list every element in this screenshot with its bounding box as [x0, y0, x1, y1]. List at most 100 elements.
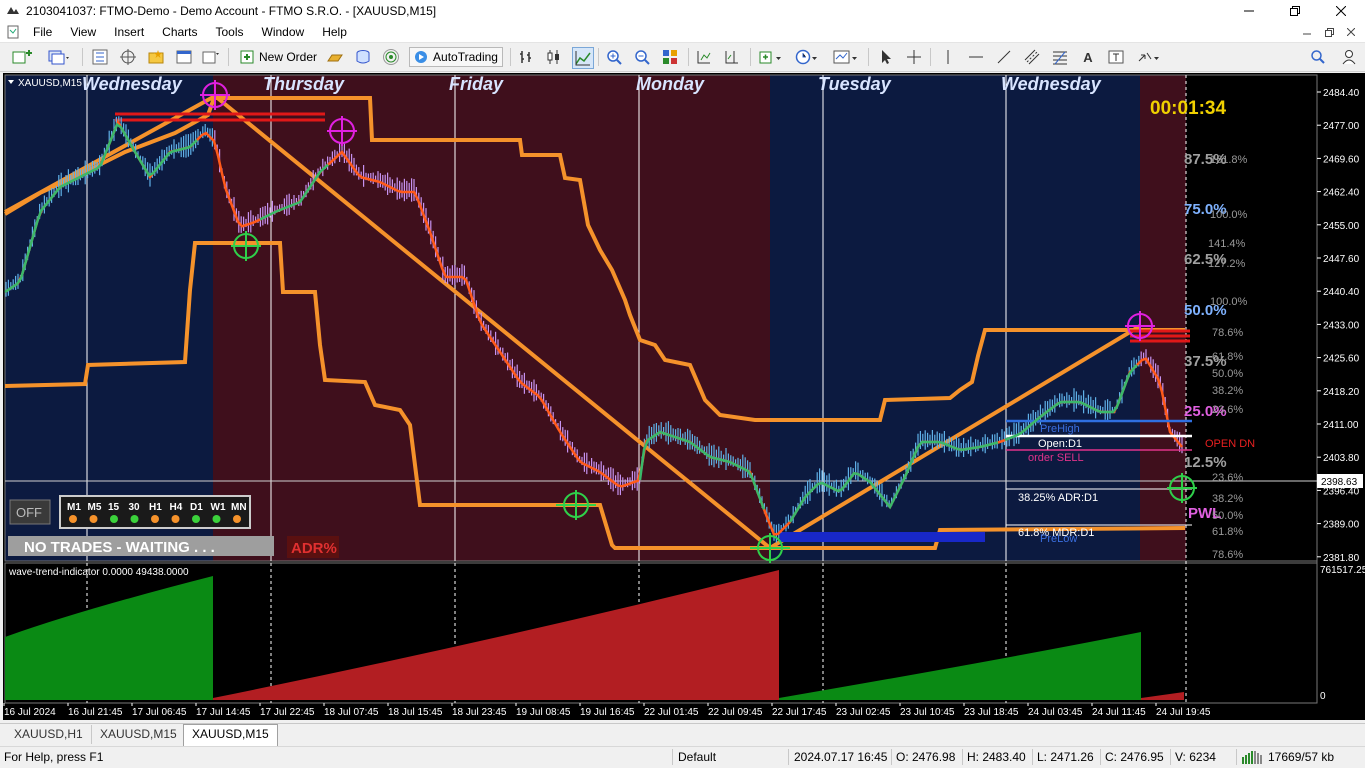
- menu-window[interactable]: Window: [253, 22, 314, 42]
- time-tick-label: 22 Jul 01:45: [644, 707, 699, 718]
- crosshair-button[interactable]: [904, 47, 924, 67]
- trendline-button[interactable]: [994, 47, 1014, 67]
- chart-canvas[interactable]: Wednesday Thursday Friday Monday Tuesday…: [3, 73, 1365, 720]
- minimize-button[interactable]: [1226, 0, 1272, 22]
- toolbar-separator: [82, 48, 83, 66]
- menu-file[interactable]: File: [24, 22, 61, 42]
- strategy-tester-button[interactable]: [200, 47, 222, 67]
- time-tick-label: 17 Jul 22:45: [260, 707, 315, 718]
- day-label: Tuesday: [818, 74, 892, 94]
- gold-bar-icon: [327, 54, 343, 62]
- new-chart-button[interactable]: [8, 47, 38, 67]
- new-order-icon: [240, 50, 254, 64]
- bar-close: C: 2476.95: [1105, 750, 1164, 764]
- fib-level: 50.0%: [1212, 368, 1243, 380]
- close-button[interactable]: [1318, 0, 1364, 22]
- arrows-button[interactable]: [1134, 47, 1164, 67]
- horizontal-line-button[interactable]: [966, 47, 986, 67]
- tab-xauusd-h1[interactable]: XAUUSD,H1: [6, 725, 92, 744]
- status-separator: [1100, 749, 1101, 765]
- restore-button[interactable]: [1272, 0, 1318, 22]
- autoscroll-button[interactable]: [694, 47, 714, 67]
- mt4-logo-icon: [7, 7, 19, 14]
- profile-name: Default: [678, 750, 717, 764]
- bar-chart-button[interactable]: [516, 47, 536, 67]
- text-label-button[interactable]: [1106, 47, 1126, 67]
- tester-icon: [202, 51, 219, 64]
- timeframe-label: M5: [88, 502, 102, 513]
- new-order-button[interactable]: New Order: [236, 47, 320, 67]
- periods-button[interactable]: [792, 47, 822, 67]
- timeframe-label: MN: [231, 502, 247, 513]
- templates-button[interactable]: [830, 47, 862, 67]
- navigator-button[interactable]: [146, 47, 166, 67]
- menu-view[interactable]: View: [61, 22, 105, 42]
- trendline-icon: [997, 50, 1011, 64]
- fib-level: 100.0%: [1210, 209, 1248, 221]
- price-tick-label: 2381.80: [1323, 553, 1360, 564]
- fibonacci-button[interactable]: [1050, 47, 1070, 67]
- crosshair-window-icon: [120, 49, 136, 65]
- support-zone: [780, 532, 985, 542]
- tab-xauusd-m15[interactable]: XAUUSD,M15: [92, 725, 186, 744]
- channel-button[interactable]: [1022, 47, 1042, 67]
- mdi-close-button[interactable]: [1340, 22, 1362, 42]
- signals-button[interactable]: [352, 47, 374, 67]
- mdi-minimize-button[interactable]: [1296, 22, 1318, 42]
- autotrading-button[interactable]: AutoTrading: [408, 47, 504, 67]
- cursor-icon: [882, 50, 891, 64]
- price-axis: 2484.40 2477.00 2469.60 2462.40 2455.00 2447.…: [1317, 88, 1360, 564]
- price-tick-label: 2425.60: [1323, 354, 1360, 365]
- market-watch-button[interactable]: [90, 47, 110, 67]
- terminal-button[interactable]: [174, 47, 194, 67]
- title-bar: 2103041037: FTMO-Demo - Demo Account - F…: [0, 0, 1365, 22]
- time-tick-label: 22 Jul 09:45: [708, 707, 763, 718]
- menu-insert[interactable]: Insert: [105, 22, 153, 42]
- timeframe-indicators: M1 M5 15 30 H1 H4 D1 W1 MN: [67, 502, 247, 523]
- wave-trend-green-area: [779, 632, 1141, 700]
- search-button[interactable]: [1308, 47, 1328, 67]
- help-text: For Help, press F1: [4, 750, 104, 764]
- time-tick-label: 16 Jul 2024: [4, 707, 56, 718]
- bar-open: O: 2476.98: [896, 750, 956, 764]
- timeframe-label: D1: [190, 502, 203, 513]
- menu-tools[interactable]: Tools: [207, 22, 253, 42]
- chart-window[interactable]: Wednesday Thursday Friday Monday Tuesday…: [3, 73, 1365, 720]
- price-tick-label: 2447.60: [1323, 254, 1360, 265]
- vertical-line-button[interactable]: [938, 47, 958, 67]
- status-separator: [891, 749, 892, 765]
- autotrading-icon: [415, 51, 428, 63]
- zoom-in-button[interactable]: [604, 47, 624, 67]
- candlestick-button[interactable]: [544, 47, 564, 67]
- symbol-label: XAUUSD,M15: [18, 78, 82, 89]
- time-tick-label: 23 Jul 02:45: [836, 707, 891, 718]
- vps-button[interactable]: [380, 47, 402, 67]
- tile-windows-icon: [663, 50, 677, 64]
- zoom-out-button[interactable]: [632, 47, 652, 67]
- menu-help[interactable]: Help: [313, 22, 356, 42]
- mdi-restore-button[interactable]: [1318, 22, 1340, 42]
- data-window-button[interactable]: [118, 47, 138, 67]
- toolbar-separator: [868, 48, 869, 66]
- tile-windows-button[interactable]: [660, 47, 680, 67]
- text-button[interactable]: A: [1078, 47, 1098, 67]
- indicators-button[interactable]: [756, 47, 786, 67]
- profiles-button[interactable]: [44, 47, 74, 67]
- time-tick-label: 18 Jul 15:45: [388, 707, 443, 718]
- cursor-button[interactable]: [876, 47, 896, 67]
- account-button[interactable]: [1338, 47, 1360, 67]
- autotrading-label: AutoTrading: [433, 50, 498, 64]
- line-chart-button[interactable]: [572, 47, 594, 69]
- timeframe-status-dot: [233, 515, 241, 523]
- text-icon: A: [1083, 49, 1093, 65]
- tab-xauusd-m15-active[interactable]: XAUUSD,M15: [183, 724, 278, 746]
- status-bar: For Help, press F1 Default 2024.07.17 16…: [0, 746, 1365, 768]
- window-title: 2103041037: FTMO-Demo - Demo Account - F…: [26, 4, 437, 18]
- chart-shift-button[interactable]: [722, 47, 742, 67]
- timeframe-label: 15: [108, 502, 120, 513]
- terminal-icon: [176, 50, 192, 64]
- toolbar-separator: [598, 48, 599, 66]
- menu-charts[interactable]: Charts: [153, 22, 206, 42]
- expert-advisors-button[interactable]: [324, 47, 346, 67]
- fib-level: 38.2%: [1212, 493, 1243, 505]
